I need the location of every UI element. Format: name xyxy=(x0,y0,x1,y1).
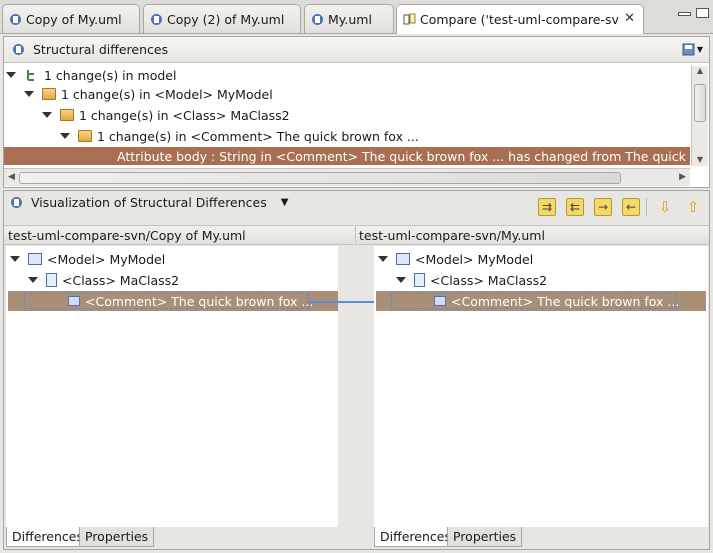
right-tree-row-mymodel[interactable]: <Model> MyModel xyxy=(378,250,533,268)
right-tree-row-maclass2[interactable]: <Class> MaClass2 xyxy=(396,271,547,289)
left-tree-row-mymodel[interactable]: <Model> MyModel xyxy=(10,250,165,268)
expand-toggle-icon[interactable] xyxy=(24,91,34,97)
left-change-marker xyxy=(24,293,309,309)
tree-row-model-changes[interactable]: 1 change(s) in model xyxy=(6,66,176,84)
tree-label: Attribute body : String in <Comment> The… xyxy=(117,148,690,164)
section-title: Visualization of Structural Differences xyxy=(31,195,267,210)
scroll-down-icon[interactable]: ▼ xyxy=(692,155,708,164)
uml-file-icon xyxy=(10,13,21,25)
expand-toggle-icon[interactable] xyxy=(396,277,406,283)
section-title: Structural differences xyxy=(33,42,169,57)
minimize-icon[interactable] xyxy=(678,8,691,18)
uml-file-icon xyxy=(151,13,162,25)
tree-label: 1 change(s) in <Model> MyModel xyxy=(61,86,273,102)
structural-differences-header: Structural differences ▼ xyxy=(4,37,709,63)
uml-compare-icon xyxy=(13,44,24,55)
close-icon[interactable]: ✕ xyxy=(624,11,635,26)
tree-label: <Model> MyModel xyxy=(47,251,166,267)
left-tab-differences[interactable]: Differences xyxy=(6,527,89,547)
left-tree-row-maclass2[interactable]: <Class> MaClass2 xyxy=(28,271,179,289)
tab-label: Compare ('test-uml-compare-sv xyxy=(420,12,619,27)
scrollbar-thumb[interactable] xyxy=(19,172,621,184)
tree-label: 1 change(s) in <Comment> The quick brown… xyxy=(97,128,419,144)
changes-icon xyxy=(27,70,34,81)
tree-label: 1 change(s) in <Class> MaClass2 xyxy=(79,107,290,123)
scroll-right-icon[interactable]: ▶ xyxy=(679,172,686,182)
next-difference-icon[interactable]: ⇩ xyxy=(656,198,674,216)
right-tab-properties[interactable]: Properties xyxy=(447,527,523,547)
compare-icon xyxy=(403,13,416,25)
expand-toggle-icon[interactable] xyxy=(10,256,20,262)
diff-folder-icon xyxy=(60,109,74,121)
tab-compare[interactable]: Compare ('test-uml-compare-sv ✕ xyxy=(396,4,644,34)
tab-copy-of-my-uml[interactable]: Copy of My.uml xyxy=(2,4,140,33)
scrollbar-thumb[interactable] xyxy=(694,84,706,122)
tree-row-attribute-change[interactable]: Attribute body : String in <Comment> The… xyxy=(4,147,690,165)
copy-all-left-to-right-icon[interactable]: ⇉ xyxy=(538,198,556,216)
right-tab-differences[interactable]: Differences xyxy=(374,527,457,547)
tab-label: My.uml xyxy=(328,11,372,27)
save-icon xyxy=(682,43,695,56)
copy-left-to-right-icon[interactable]: → xyxy=(594,198,612,216)
scroll-left-icon[interactable]: ◀ xyxy=(8,172,15,182)
save-dropdown[interactable]: ▼ xyxy=(682,43,703,56)
menu-dropdown-icon[interactable]: ▼ xyxy=(281,197,289,208)
tree-row-comment[interactable]: 1 change(s) in <Comment> The quick brown… xyxy=(60,127,419,145)
chevron-down-icon: ▼ xyxy=(696,45,703,54)
expand-toggle-icon[interactable] xyxy=(378,256,388,262)
expand-toggle-icon[interactable] xyxy=(42,112,52,118)
expand-toggle-icon[interactable] xyxy=(28,277,38,283)
scroll-up-icon[interactable]: ▲ xyxy=(692,66,708,75)
vertical-scrollbar[interactable]: ▲ ▼ xyxy=(691,66,708,166)
tree-label: 1 change(s) in model xyxy=(44,67,177,83)
tree-label: <Class> MaClass2 xyxy=(62,272,180,288)
model-icon xyxy=(396,253,410,265)
tab-my-uml[interactable]: My.uml xyxy=(304,4,394,33)
center-gutter xyxy=(338,246,374,527)
tree-label: <Class> MaClass2 xyxy=(430,272,548,288)
uml-file-icon xyxy=(312,13,323,25)
tree-row-mymodel[interactable]: 1 change(s) in <Model> MyModel xyxy=(24,85,273,103)
copy-all-right-to-left-icon[interactable]: ⇇ xyxy=(566,198,584,216)
left-tab-properties[interactable]: Properties xyxy=(79,527,155,547)
left-pane-path: test-uml-compare-svn/Copy of My.uml xyxy=(4,225,354,245)
class-icon xyxy=(46,273,57,287)
diff-folder-icon xyxy=(42,88,56,100)
tab-label: Copy (2) of My.uml xyxy=(167,11,285,27)
previous-difference-icon[interactable]: ⇧ xyxy=(684,198,702,216)
right-pane-path: test-uml-compare-svn/My.uml xyxy=(355,225,709,245)
model-icon xyxy=(28,253,42,265)
horizontal-scrollbar[interactable]: ◀ ▶ xyxy=(4,168,690,186)
tree-row-maclass2[interactable]: 1 change(s) in <Class> MaClass2 xyxy=(42,106,290,124)
tab-label: Copy of My.uml xyxy=(26,11,122,27)
class-icon xyxy=(414,273,425,287)
copy-right-to-left-icon[interactable]: ← xyxy=(622,198,640,216)
tree-label: <Model> MyModel xyxy=(415,251,534,267)
toolbar-separator xyxy=(646,198,647,216)
expand-toggle-icon[interactable] xyxy=(60,133,70,139)
tab-copy-2-of-my-uml[interactable]: Copy (2) of My.uml xyxy=(143,4,301,33)
diff-folder-icon xyxy=(78,130,92,142)
visualization-header: Visualization of Structural Differences … xyxy=(10,195,288,210)
right-change-marker xyxy=(391,293,677,309)
uml-compare-icon xyxy=(11,197,22,208)
expand-toggle-icon[interactable] xyxy=(6,72,16,78)
maximize-icon[interactable] xyxy=(696,8,709,18)
